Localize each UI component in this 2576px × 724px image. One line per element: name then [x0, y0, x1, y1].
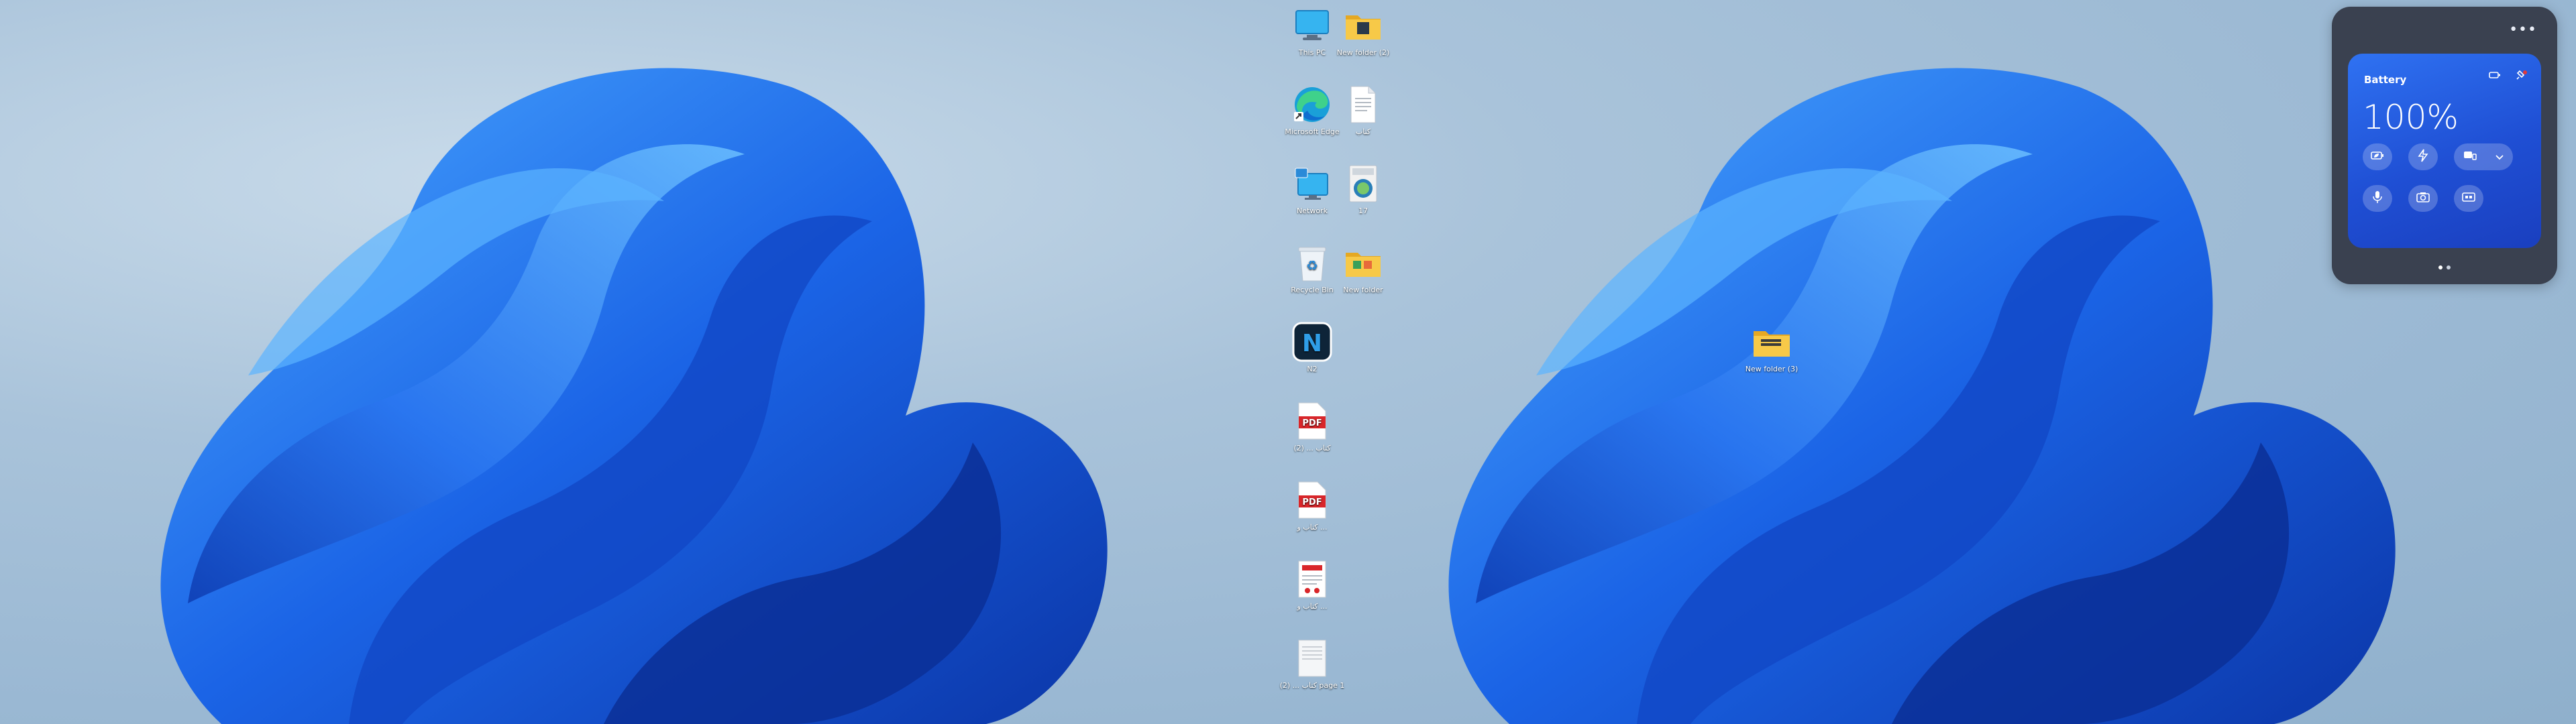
desktop-icon-new-folder[interactable]: New folder: [1326, 241, 1400, 295]
battery-percent: 100%: [2363, 98, 2459, 137]
pdf-icon: PDF: [1291, 400, 1334, 442]
desktop-icon-pdf-1[interactable]: PDF كتاب ... (2): [1275, 400, 1349, 453]
document-page-icon: [1291, 637, 1334, 680]
desktop-icon-pdf-2[interactable]: PDF كتاب و ...: [1275, 479, 1349, 532]
camera-button[interactable]: [2408, 185, 2438, 212]
folder-icon: [1750, 320, 1793, 363]
camera-icon: [2416, 192, 2430, 205]
app-document-icon: [1342, 162, 1385, 205]
widget-pager[interactable]: [2438, 265, 2451, 269]
cast-icon: [2463, 150, 2477, 164]
battery-card[interactable]: Battery 100%: [2348, 54, 2541, 248]
desktop-icon-doc-3[interactable]: كتاب ... (2) page 1: [1275, 637, 1349, 690]
card-top-icons: [2489, 70, 2528, 84]
battery-saver-icon[interactable]: [2489, 70, 2501, 84]
desktop-icon-doc-2[interactable]: كتاب و ...: [1275, 558, 1349, 611]
svg-text:N: N: [1302, 330, 1322, 357]
desktop-icon-new-folder-2[interactable]: New folder (2): [1326, 4, 1400, 58]
battery-saver-toggle[interactable]: [2363, 143, 2392, 170]
folder-icon: [1342, 241, 1385, 284]
pager-dot-2[interactable]: [2447, 265, 2451, 269]
document-icon: [1342, 83, 1385, 126]
battery-title: Battery: [2364, 74, 2407, 86]
desktop-icon-n-app[interactable]: N N2: [1275, 320, 1349, 374]
quick-settings-row-2: [2363, 185, 2483, 212]
pin-icon[interactable]: [2516, 70, 2528, 84]
battery-widget-panel: ••• Battery 100%: [2332, 7, 2557, 284]
svg-text:PDF: PDF: [1302, 497, 1322, 507]
app-n-icon: N: [1291, 320, 1334, 363]
display-mode-dropdown[interactable]: [2454, 143, 2513, 170]
svg-text:PDF: PDF: [1302, 418, 1322, 428]
desktop-icon-new-folder-3[interactable]: New folder (3): [1735, 320, 1809, 374]
desktop-icon-17[interactable]: 17: [1326, 162, 1400, 216]
chevron-down-icon: [2495, 151, 2504, 164]
quick-settings-row-1: [2363, 143, 2513, 170]
microphone-button[interactable]: [2363, 185, 2392, 212]
lightning-icon: [2418, 149, 2428, 165]
power-mode-toggle[interactable]: [2408, 143, 2438, 170]
svg-text:♻: ♻: [1306, 257, 1318, 274]
folder-icon: [1342, 4, 1385, 47]
pdf-icon: PDF: [1291, 479, 1334, 522]
screen-button[interactable]: [2454, 185, 2483, 212]
screen-icon: [2462, 192, 2475, 205]
battery-leaf-icon: [2370, 150, 2385, 164]
image-document-icon: [1291, 558, 1334, 601]
pager-dot-1[interactable]: [2438, 265, 2443, 269]
desktop-icon-doc-arabic[interactable]: كتاب: [1326, 83, 1400, 137]
wallpaper-bloom-left: [160, 68, 1108, 724]
microphone-icon: [2373, 190, 2382, 206]
more-options-button[interactable]: •••: [2509, 21, 2537, 38]
